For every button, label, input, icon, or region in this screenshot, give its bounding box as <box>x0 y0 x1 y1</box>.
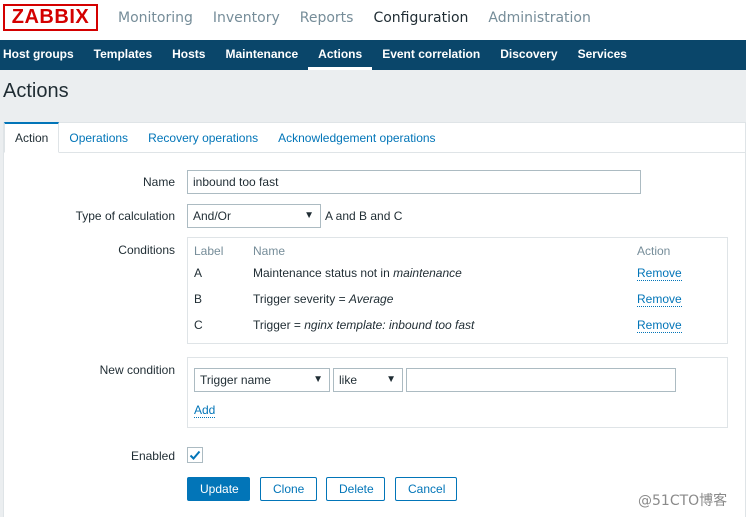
main-menu-inventory[interactable]: Inventory <box>203 0 290 40</box>
tab-acknowledgement-operations[interactable]: Acknowledgement operations <box>268 123 445 152</box>
new-condition-value-input[interactable] <box>406 368 676 392</box>
sub-menu-templates[interactable]: Templates <box>84 40 162 70</box>
calculation-type-value: And/Or <box>193 209 232 223</box>
dropdown-arrow-icon: ▼ <box>386 374 396 385</box>
new-condition-operator-select[interactable]: like ▼ <box>333 368 403 392</box>
sub-menu-services[interactable]: Services <box>568 40 637 70</box>
condition-c-remove[interactable]: Remove <box>637 318 682 333</box>
main-menu: Monitoring Inventory Reports Configurati… <box>108 0 601 40</box>
sub-menu-bar: Host groups Templates Hosts Maintenance … <box>0 40 746 70</box>
main-menu-administration[interactable]: Administration <box>478 0 600 40</box>
sub-menu-actions[interactable]: Actions <box>308 40 373 70</box>
conditions-header-action: Action <box>637 244 671 258</box>
calculation-formula: A and B and C <box>325 209 403 223</box>
top-header: ZABBIX Monitoring Inventory Reports Conf… <box>0 0 746 40</box>
condition-c-label: C <box>194 318 203 332</box>
dropdown-arrow-icon: ▼ <box>304 210 314 221</box>
sub-menu: Host groups Templates Hosts Maintenance … <box>0 40 746 70</box>
condition-b-remove[interactable]: Remove <box>637 292 682 307</box>
sub-menu-hosts[interactable]: Hosts <box>162 40 215 70</box>
condition-a-name: Maintenance status not in maintenance <box>253 266 462 280</box>
tab-operations[interactable]: Operations <box>59 123 138 152</box>
add-condition-link[interactable]: Add <box>194 403 216 418</box>
new-condition-type-value: Trigger name <box>200 373 271 387</box>
form-tabs: Action Operations Recovery operations Ac… <box>4 122 745 153</box>
condition-b-label: B <box>194 292 203 306</box>
conditions-header-name: Name <box>253 244 286 258</box>
condition-a-label: A <box>194 266 203 280</box>
sub-menu-maintenance[interactable]: Maintenance <box>215 40 308 70</box>
name-input[interactable]: inbound too fast <box>187 170 641 194</box>
tab-action[interactable]: Action <box>4 122 60 153</box>
condition-a-remove[interactable]: Remove <box>637 266 682 281</box>
sub-menu-discovery[interactable]: Discovery <box>490 40 567 70</box>
new-condition-type-select[interactable]: Trigger name ▼ <box>194 368 330 392</box>
dropdown-arrow-icon: ▼ <box>313 374 323 385</box>
watermark: @51CTO博客 <box>638 493 728 509</box>
name-label: Name <box>142 175 175 189</box>
main-menu-configuration[interactable]: Configuration <box>363 0 478 40</box>
clone-button[interactable]: Clone <box>260 477 317 501</box>
enabled-checkbox[interactable] <box>187 447 203 463</box>
main-menu-monitoring[interactable]: Monitoring <box>108 0 203 40</box>
new-condition-box: Trigger name ▼ like ▼ Add <box>187 357 728 428</box>
page-title: Actions <box>3 80 69 102</box>
main-menu-reports[interactable]: Reports <box>290 0 364 40</box>
zabbix-logo[interactable]: ZABBIX <box>3 4 98 31</box>
update-button[interactable]: Update <box>187 477 250 501</box>
calculation-type-label: Type of calculation <box>75 209 175 223</box>
delete-button[interactable]: Delete <box>326 477 385 501</box>
new-condition-operator-value: like <box>339 373 358 387</box>
conditions-header-label: Label <box>194 244 224 258</box>
condition-c-name: Trigger = nginx template: inbound too fa… <box>253 318 475 332</box>
sub-menu-host-groups[interactable]: Host groups <box>0 40 84 70</box>
action-form-panel: Action Operations Recovery operations Ac… <box>3 122 746 517</box>
cancel-button[interactable]: Cancel <box>395 477 457 501</box>
sub-menu-event-correlation[interactable]: Event correlation <box>372 40 490 70</box>
tab-recovery-operations[interactable]: Recovery operations <box>138 123 268 152</box>
calculation-type-select[interactable]: And/Or ▼ <box>187 204 321 228</box>
enabled-label: Enabled <box>130 449 175 463</box>
conditions-label: Conditions <box>118 243 175 257</box>
condition-b-name: Trigger severity = Average <box>253 292 394 306</box>
conditions-table: Label Name Action A Maintenance status n… <box>187 237 728 344</box>
new-condition-label: New condition <box>99 363 175 377</box>
checkmark-icon <box>189 450 201 460</box>
